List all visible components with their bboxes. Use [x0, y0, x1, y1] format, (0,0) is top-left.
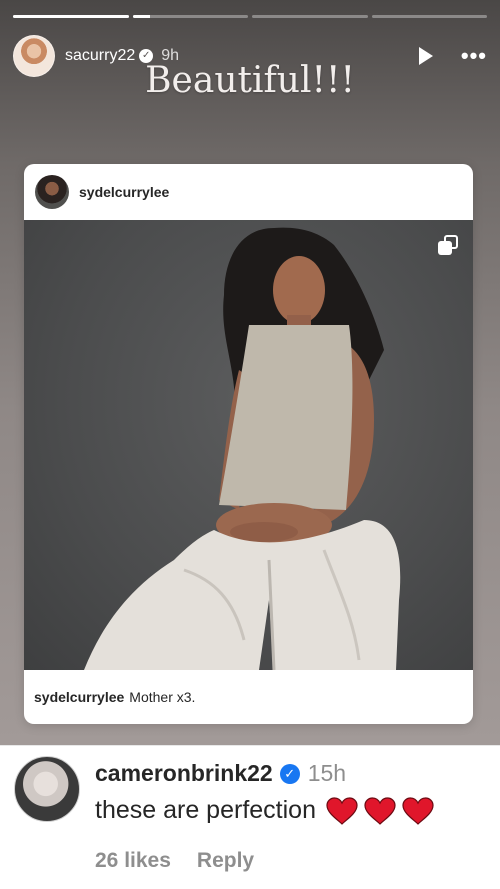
comment-header: cameronbrink22 ✓ 15h: [95, 760, 346, 787]
comment-actions: 26 likes Reply: [95, 849, 254, 873]
story-progress-bar: [13, 15, 487, 18]
reply-button[interactable]: Reply: [197, 849, 254, 873]
story-text-overlay: Beautiful!!!: [145, 60, 355, 101]
story-progress-segment: [371, 15, 487, 18]
comment-body: these are perfection: [95, 796, 434, 825]
red-heart-icon: [402, 796, 434, 825]
verified-badge-icon: ✓: [279, 763, 300, 784]
story-progress-segment: [252, 15, 368, 18]
comment-text: these are perfection: [95, 796, 316, 824]
red-heart-icon: [364, 796, 396, 825]
caption-username[interactable]: sydelcurrylee: [34, 689, 124, 705]
shared-post-card[interactable]: sydelcurrylee sydelcurrylee Mother x3.: [24, 164, 473, 724]
commenter-avatar[interactable]: [14, 756, 80, 822]
post-caption: sydelcurrylee Mother x3.: [24, 670, 473, 724]
story-progress-fill: [13, 15, 129, 18]
story-progress-fill: [132, 15, 150, 18]
post-author-avatar[interactable]: [35, 175, 69, 209]
story-progress-segment: [13, 15, 129, 18]
comment-likes-count[interactable]: 26 likes: [95, 849, 171, 873]
story-progress-segment: [132, 15, 248, 18]
commenter-username[interactable]: cameronbrink22: [95, 760, 273, 787]
comment-item: cameronbrink22 ✓ 15h these are perfectio…: [0, 745, 500, 889]
story-view[interactable]: sacurry22 ✓ 9h ••• Beautiful!!! sydelcur…: [0, 0, 500, 745]
shared-post-header: sydelcurrylee: [24, 164, 473, 220]
comment-timestamp: 15h: [307, 760, 347, 786]
pregnant-woman-photo: [84, 227, 401, 670]
post-author-username[interactable]: sydelcurrylee: [79, 184, 169, 200]
heart-emojis: [326, 796, 434, 825]
multiple-images-icon: [438, 235, 458, 255]
caption-text: Mother x3.: [129, 689, 196, 705]
post-photo[interactable]: [24, 220, 473, 670]
red-heart-icon: [326, 796, 358, 825]
